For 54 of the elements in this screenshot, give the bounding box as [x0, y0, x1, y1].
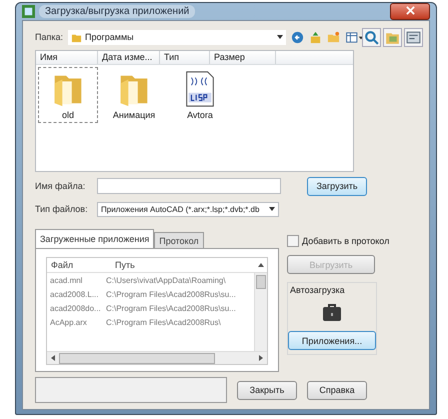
- back-icon[interactable]: [291, 30, 304, 44]
- folder-value: Программы: [85, 32, 134, 42]
- file-name: Avtora: [187, 110, 213, 120]
- table-cell-text: AcApp.arx: [49, 318, 88, 326]
- table-cell-text: C:\Users\vivat\AppData\Roaming\: [105, 276, 227, 284]
- table-cell-text: acad2008.L...: [49, 290, 100, 298]
- new-folder-icon[interactable]: [327, 30, 340, 44]
- help-button[interactable]: Справка: [307, 380, 367, 400]
- close-button[interactable]: [390, 3, 430, 20]
- window-title: Загрузка/выгрузка приложений: [39, 5, 196, 18]
- vertical-scrollbar[interactable]: [254, 273, 267, 351]
- horizontal-scrollbar[interactable]: [47, 351, 267, 364]
- column-header[interactable]: Файл: [47, 260, 111, 270]
- column-header[interactable]: Имя: [36, 51, 98, 64]
- app-icon: [22, 5, 35, 18]
- caret-icon: [277, 35, 283, 39]
- table-cell-text: C:\Program Files\Acad2008Rus\su...: [105, 290, 237, 298]
- file-name: old: [62, 110, 74, 120]
- folder-dropdown[interactable]: Программы: [68, 30, 286, 44]
- load-button[interactable]: Загрузить: [307, 176, 367, 196]
- file-item[interactable]: old: [38, 67, 98, 123]
- applications-button[interactable]: Приложения...: [288, 331, 376, 350]
- caret-icon: [269, 207, 275, 211]
- column-header[interactable]: Дата изме...: [98, 51, 160, 64]
- view-menu-icon[interactable]: [345, 30, 365, 44]
- scroll-left-icon[interactable]: [51, 355, 55, 361]
- table-cell-text: acad.mnl: [49, 276, 84, 284]
- tools-icon[interactable]: [404, 28, 423, 47]
- close-icon: [406, 6, 414, 14]
- folder-label: Папка:: [35, 32, 63, 42]
- tab[interactable]: Протокол: [154, 232, 204, 248]
- file-item[interactable]: Avtora: [170, 67, 230, 123]
- table-cell-text: C:\Program Files\Acad2008Rus\su...: [105, 304, 237, 312]
- file-type-label: Тип файлов:: [35, 204, 89, 214]
- file-name: Анимация: [112, 110, 156, 120]
- scroll-right-icon[interactable]: [259, 355, 263, 361]
- file-name-field[interactable]: [97, 178, 281, 194]
- close-dialog-button[interactable]: Закрыть: [237, 380, 297, 400]
- add-to-log-checkbox[interactable]: Добавить в протокол: [287, 235, 390, 247]
- add-to-log-label: Добавить в протокол: [302, 236, 390, 246]
- table-cell-text: acad2008do...: [49, 304, 102, 312]
- file-type-dropdown[interactable]: Приложения AutoCAD (*.arx;*.lsp;*.dvb;*.db: [97, 202, 279, 216]
- up-folder-icon[interactable]: [309, 30, 322, 44]
- table-cell-text: C:\Program Files\Acad2008Rus\: [105, 318, 222, 326]
- group-title: Автозагрузка: [289, 285, 345, 295]
- column-header[interactable]: Размер: [210, 51, 276, 64]
- file-type-value: Приложения AutoCAD (*.arx;*.lsp;*.dvb;*.db: [101, 204, 260, 214]
- column-header[interactable]: Путь: [111, 260, 139, 270]
- column-header[interactable]: Тип: [160, 51, 210, 64]
- file-name-label: Имя файла:: [35, 181, 86, 191]
- tab[interactable]: Загруженные приложения: [35, 229, 154, 248]
- search-icon[interactable]: [362, 28, 381, 47]
- scroll-up-icon[interactable]: [258, 263, 264, 267]
- file-item[interactable]: Анимация: [104, 67, 164, 123]
